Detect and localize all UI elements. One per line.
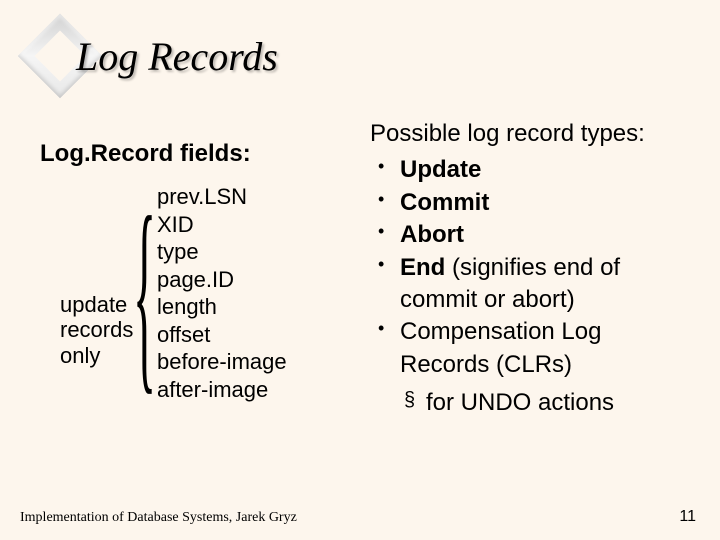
list-item: Update	[370, 154, 690, 186]
type-update: Update	[400, 156, 481, 183]
field-item: after-image	[157, 376, 287, 404]
field-item: prev.LSN	[157, 183, 287, 211]
page-number: 11	[679, 508, 696, 526]
fields-heading: Log.Record fields:	[40, 140, 340, 168]
right-column: Possible log record types: Update Commit…	[370, 118, 690, 420]
type-abort: Abort	[400, 221, 464, 248]
field-item: before-image	[157, 348, 287, 376]
list-item: Compensation Log Records (CLRs)	[370, 316, 690, 381]
type-commit: Commit	[400, 189, 489, 216]
types-list: Update Commit Abort End (signifies end o…	[370, 154, 690, 381]
fields-list: prev.LSN XID type page.ID length offset …	[157, 183, 287, 403]
list-item: End (signifies end of commit or abort)	[370, 252, 690, 317]
update-records-annotation: update records only	[60, 292, 133, 403]
annot-line-3: only	[60, 343, 100, 368]
field-item: page.ID	[157, 266, 287, 294]
fields-wrap: update records only { prev.LSN XID type …	[60, 183, 340, 403]
types-heading: Possible log record types:	[370, 118, 690, 150]
brace-icon: {	[133, 207, 156, 380]
type-clr: Compensation Log Records (CLRs)	[400, 318, 601, 377]
field-item: type	[157, 238, 287, 266]
content-area: Log.Record fields: update records only {…	[40, 140, 690, 420]
field-item: offset	[157, 321, 287, 349]
list-item: Abort	[370, 219, 690, 251]
footer-text: Implementation of Database Systems, Jare…	[20, 510, 297, 526]
annot-line-2: records	[60, 317, 133, 342]
title-row: Log Records	[30, 26, 278, 86]
sub-list: for UNDO actions	[370, 387, 690, 419]
left-column: Log.Record fields: update records only {…	[40, 140, 340, 420]
list-item: Commit	[370, 187, 690, 219]
field-item: length	[157, 293, 287, 321]
sub-list-item: for UNDO actions	[404, 387, 690, 419]
type-end: End	[400, 254, 445, 281]
annot-line-1: update	[60, 292, 127, 317]
slide-title: Log Records	[76, 33, 278, 80]
field-item: XID	[157, 211, 287, 239]
